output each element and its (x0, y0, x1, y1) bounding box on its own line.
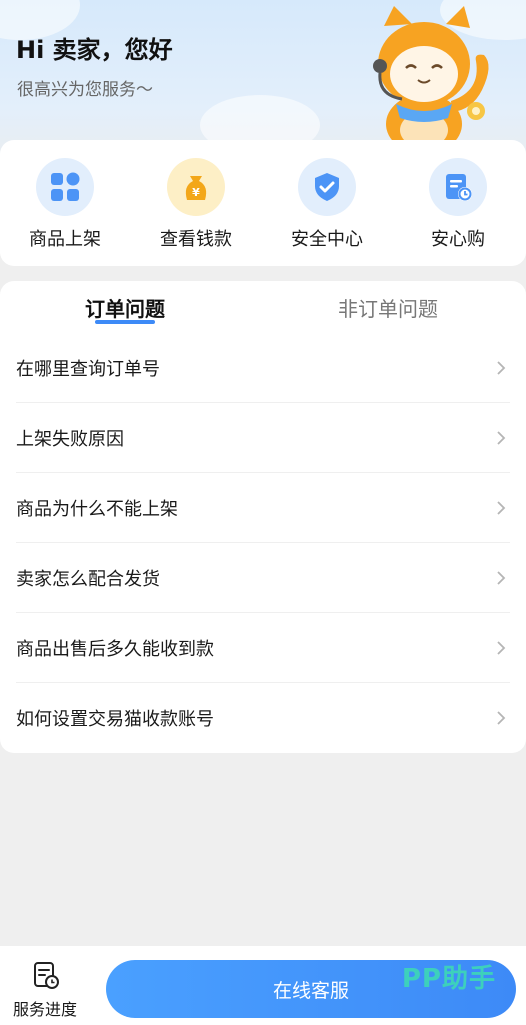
faq-item[interactable]: 卖家怎么配合发货 (16, 544, 510, 613)
watermark-logo: PP助手 (401, 964, 496, 994)
chevron-right-icon (497, 501, 506, 515)
online-service-label: 在线客服 (272, 979, 349, 1002)
quick-action-label: 商品上架 (29, 229, 101, 250)
greeting-title: Hi 卖家，您好 (16, 36, 173, 64)
chevron-right-icon (497, 710, 506, 725)
quick-action-label: 安心购 (431, 229, 485, 250)
quick-action-list-goods[interactable]: 商品上架 (15, 158, 115, 251)
quick-action-security[interactable]: 安全中心 (277, 158, 377, 251)
faq-item-label: 在哪里查询订单号 (16, 359, 160, 380)
service-progress-label: 服务进度 (12, 1000, 77, 1019)
active-tab-indicator (95, 320, 155, 324)
svg-text:¥: ¥ (192, 186, 200, 199)
faq-item-label: 商品为什么不能上架 (16, 499, 178, 520)
tab-order-issues[interactable]: 订单问题 (85, 293, 165, 322)
chevron-right-icon (497, 571, 506, 585)
faq-item-label: 如何设置交易猫收款账号 (16, 708, 214, 730)
quick-actions-card: 商品上架 ¥ 查看钱款 安全中心 安心购 (0, 140, 526, 266)
shield-check-icon (298, 158, 356, 216)
bottom-bar: 服务进度 在线客服 PP助手 (0, 946, 526, 1025)
faq-item[interactable]: 在哪里查询订单号 (16, 334, 510, 403)
quick-action-label: 查看钱款 (160, 229, 232, 250)
progress-document-icon (34, 962, 59, 989)
faq-item[interactable]: 上架失败原因 (16, 404, 510, 473)
cat-mascot-icon (373, 6, 489, 146)
grid-icon (36, 158, 94, 216)
money-bag-icon: ¥ (167, 158, 225, 216)
chevron-right-icon (497, 361, 506, 375)
tab-non-order-issues[interactable]: 非订单问题 (338, 293, 438, 322)
chevron-right-icon (497, 431, 506, 445)
document-clock-icon (429, 158, 487, 216)
quick-action-view-money[interactable]: ¥ 查看钱款 (146, 158, 246, 251)
quick-action-label: 安全中心 (291, 229, 363, 250)
faq-item[interactable]: 商品出售后多久能收到款 (16, 614, 510, 683)
service-progress-button[interactable]: 服务进度 (8, 960, 82, 1020)
chevron-right-icon (497, 641, 506, 655)
faq-item-label: 商品出售后多久能收到款 (16, 639, 214, 660)
faq-card: 订单问题 非订单问题 在哪里查询订单号 上架失败原因 商品为什么不能上架 卖家怎… (0, 281, 526, 753)
faq-item-label: 上架失败原因 (16, 429, 124, 450)
faq-item[interactable]: 如何设置交易猫收款账号 (16, 683, 510, 752)
faq-item-label: 卖家怎么配合发货 (16, 569, 160, 590)
faq-item[interactable]: 商品为什么不能上架 (16, 474, 510, 543)
quick-action-safe-buy[interactable]: 安心购 (408, 158, 508, 251)
greeting-subtitle: 很高兴为您服务～ (17, 80, 153, 100)
